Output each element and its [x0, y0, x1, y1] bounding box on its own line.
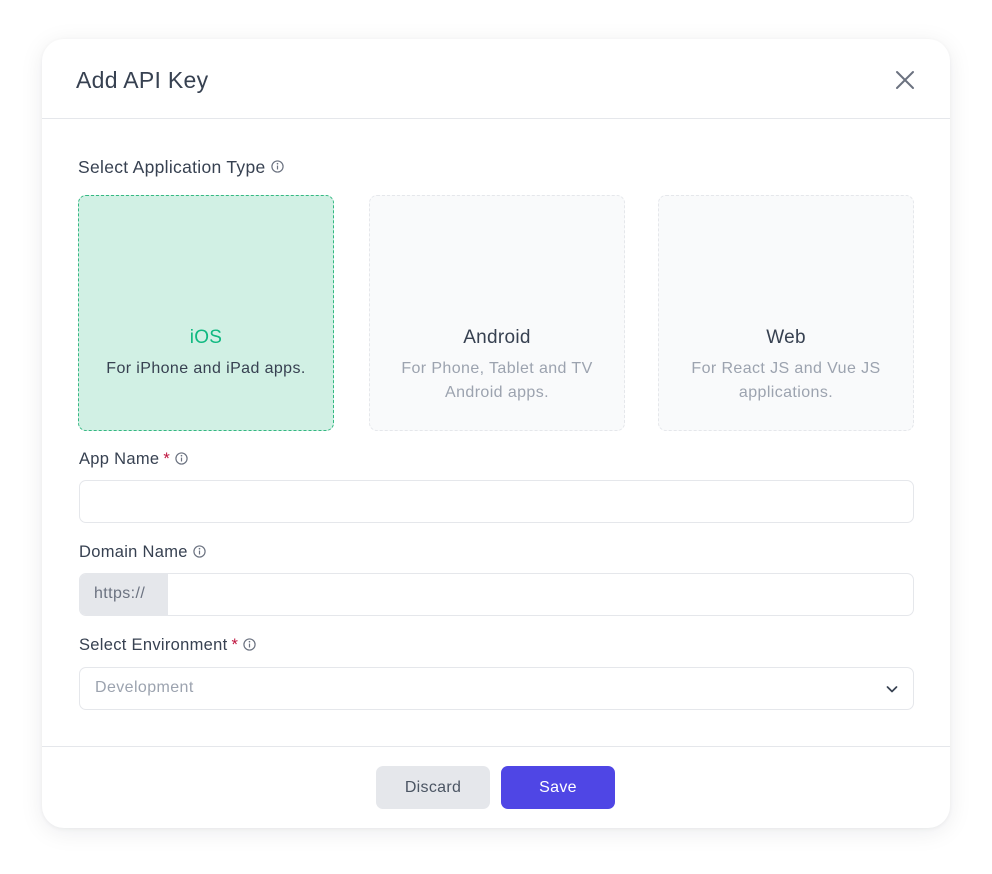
app-type-card-web[interactable]: Web For React JS and Vue JS applications… [658, 195, 914, 431]
app-name-label: App Name * [79, 450, 188, 469]
dialog-title: Add API Key [76, 67, 209, 93]
save-button[interactable]: Save [501, 766, 615, 809]
domain-name-field: https:// [79, 573, 914, 616]
info-icon [243, 637, 256, 651]
app-name-input[interactable] [80, 481, 913, 522]
add-api-key-dialog: Add API Key Select Application Type iOS … [42, 39, 950, 828]
app-type-card-ios[interactable]: iOS For iPhone and iPad apps. [78, 195, 334, 431]
url-prefix: https:// [80, 574, 168, 615]
required-mark: * [163, 450, 171, 468]
environment-selected-value: Development [95, 679, 194, 696]
info-icon [270, 160, 284, 174]
app-type-title: Web [766, 327, 806, 348]
app-type-title: iOS [189, 327, 223, 348]
close-icon [896, 71, 914, 89]
application-type-label: Select Application Type [78, 157, 284, 178]
required-mark: * [231, 636, 239, 654]
app-type-description: For React JS and Vue JS applications. [691, 360, 881, 401]
app-type-description: For iPhone and iPad apps. [106, 360, 306, 377]
environment-label: Select Environment * [79, 636, 256, 655]
footer-divider [42, 746, 950, 747]
info-icon [193, 544, 206, 558]
environment-select[interactable]: Development [79, 667, 914, 710]
domain-name-label-text: Domain Name [79, 543, 188, 561]
application-type-label-text: Select Application Type [78, 157, 266, 177]
dialog-header: Add API Key [42, 39, 950, 119]
domain-name-label: Domain Name [79, 543, 206, 562]
app-type-description: For Phone, Tablet and TV Android apps. [401, 360, 593, 401]
environment-label-text: Select Environment [79, 636, 228, 654]
chevron-down-icon [886, 686, 898, 693]
close-button[interactable] [892, 67, 918, 93]
app-type-card-android[interactable]: Android For Phone, Tablet and TV Android… [369, 195, 625, 431]
info-icon [175, 451, 188, 465]
domain-input-wrapper [168, 574, 913, 615]
discard-button[interactable]: Discard [376, 766, 490, 809]
domain-name-input[interactable] [168, 574, 913, 615]
app-name-field [79, 480, 914, 523]
app-type-title: Android [463, 327, 531, 348]
app-name-label-text: App Name [79, 450, 160, 468]
